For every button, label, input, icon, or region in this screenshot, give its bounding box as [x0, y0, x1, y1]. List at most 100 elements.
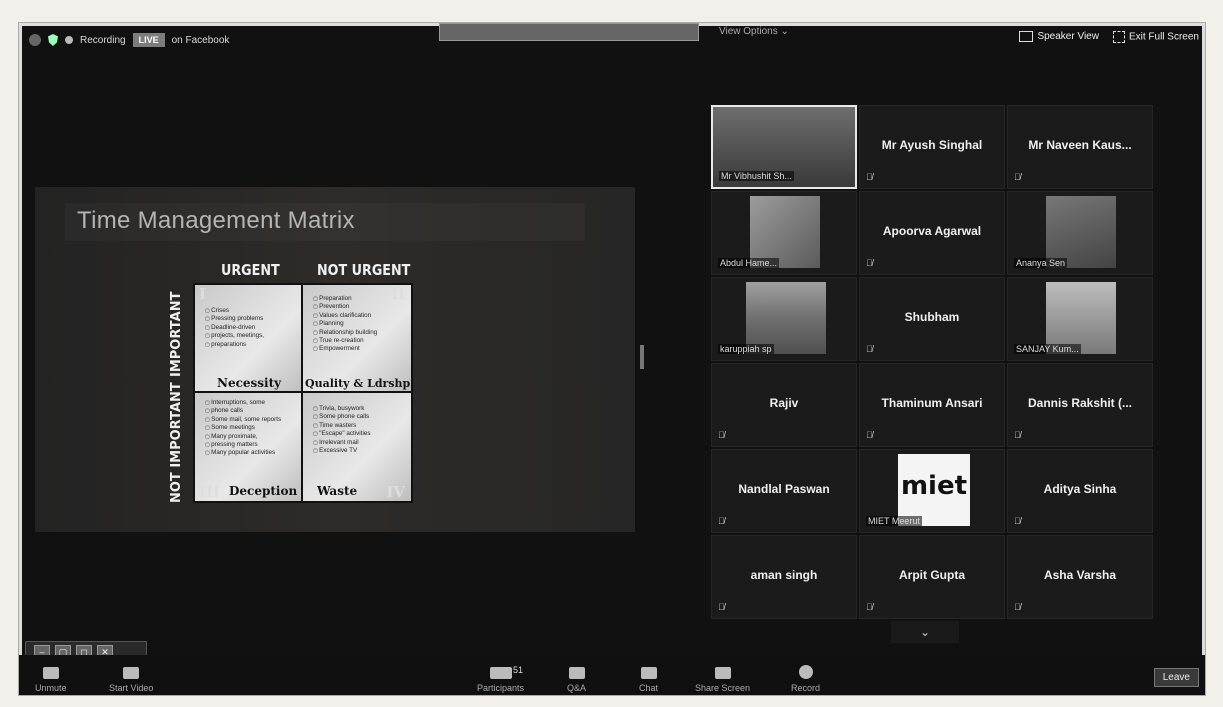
list-item: Values clarification	[313, 312, 411, 320]
participant-tile[interactable]: Rajiv 🎙̸	[711, 363, 857, 447]
muted-mic-icon: 🎙̸	[1014, 516, 1021, 526]
list-item: Time wasters	[313, 422, 411, 430]
list-item: Many popular activities	[205, 449, 303, 457]
muted-mic-icon: 🎙̸	[866, 344, 873, 354]
quadrant-1-number: I	[199, 285, 207, 303]
share-screen-label: Share Screen	[695, 683, 751, 693]
participant-tile[interactable]: Mr Ayush Singhal 🎙̸	[859, 105, 1005, 189]
participants-icon	[489, 667, 512, 679]
list-item: Irrelevant mail	[313, 439, 411, 447]
list-item: pressing matters	[205, 441, 303, 449]
participants-button[interactable]: 51 Participants	[477, 665, 524, 693]
unmute-button[interactable]: Unmute	[35, 667, 67, 693]
quadrant-3-number: III	[199, 483, 221, 501]
split-resize-handle[interactable]	[640, 345, 644, 369]
list-item: True re-creation	[313, 337, 411, 345]
participant-tile[interactable]: Dannis Rakshit (... 🎙̸	[1007, 363, 1153, 447]
quadrant-2: II Preparation Prevention Values clarifi…	[301, 283, 413, 395]
qa-button[interactable]: Q&A	[567, 667, 586, 693]
record-button[interactable]: Record	[791, 665, 820, 693]
recording-label: Recording	[80, 34, 126, 46]
participant-name: Dannis Rakshit (...	[1027, 396, 1133, 410]
speaker-view-button[interactable]: Speaker View	[1019, 31, 1099, 43]
participant-tile[interactable]: Ananya Sen	[1007, 191, 1153, 275]
chat-button[interactable]: Chat	[639, 667, 658, 693]
slide-title: Time Management Matrix	[77, 207, 355, 234]
info-icon[interactable]	[29, 34, 41, 46]
leave-button[interactable]: Leave	[1153, 668, 1199, 687]
speaker-view-label: Speaker View	[1037, 31, 1099, 43]
row-header-not-important: NOT IMPORTANT	[169, 382, 184, 503]
participant-tile[interactable]: Asha Varsha 🎙̸	[1007, 535, 1153, 619]
participant-tile[interactable]: Apoorva Agarwal 🎙̸	[859, 191, 1005, 275]
quadrant-4-label: Waste	[317, 484, 358, 498]
qa-icon	[568, 667, 585, 679]
exit-fullscreen-icon	[1112, 31, 1125, 43]
participant-name: Aditya Sinha	[1043, 482, 1117, 496]
microphone-icon	[42, 667, 59, 679]
participants-count: 51	[513, 665, 524, 675]
participant-tile[interactable]: SANJAY Kum...	[1007, 277, 1153, 361]
participant-name: Mr Vibhushit Sh...	[719, 171, 794, 181]
list-item: Pressing problems	[205, 315, 303, 323]
shared-screen-slide: Time Management Matrix URGENT NOT URGENT…	[35, 187, 635, 532]
participant-tile[interactable]: miet MIET Meerut	[859, 449, 1005, 533]
quadrant-3: Interruptions, some phone calls Some mai…	[193, 391, 305, 503]
participant-tile[interactable]: Shubham 🎙̸	[859, 277, 1005, 361]
muted-mic-icon: 🎙̸	[1014, 430, 1021, 440]
list-item: Some meetings	[205, 424, 303, 432]
quadrant-1: I Crises Pressing problems Deadline-driv…	[193, 283, 305, 395]
participant-tile[interactable]: Mr Naveen Kaus... 🎙̸	[1007, 105, 1153, 189]
participant-tile[interactable]: Nandlal Paswan 🎙̸	[711, 449, 857, 533]
quadrant-1-label: Necessity	[217, 376, 282, 390]
muted-mic-icon: 🎙̸	[1014, 172, 1021, 182]
exit-full-screen-button[interactable]: Exit Full Screen	[1112, 31, 1199, 43]
muted-mic-icon: 🎙̸	[866, 430, 873, 440]
column-header-urgent: URGENT	[221, 261, 280, 279]
list-item: Deadline-driven	[205, 324, 303, 332]
zoom-window: Recording LIVE on Facebook View Options …	[18, 22, 1206, 696]
video-camera-icon	[123, 667, 140, 679]
muted-mic-icon: 🎙̸	[718, 430, 725, 440]
participant-tile[interactable]: aman singh 🎙̸	[711, 535, 857, 619]
gallery-next-page-chevron-icon[interactable]: ⌄	[891, 621, 959, 643]
unmute-label: Unmute	[35, 683, 67, 693]
grid-view-icon	[1019, 31, 1034, 43]
participant-name: Apoorva Agarwal	[882, 224, 982, 238]
view-options-dropdown[interactable]: View Options ⌄	[719, 26, 789, 37]
chat-icon	[640, 667, 657, 679]
participant-tile[interactable]: Aditya Sinha 🎙̸	[1007, 449, 1153, 533]
share-screen-button[interactable]: Share Screen	[695, 667, 750, 693]
participant-name: Mr Ayush Singhal	[881, 138, 983, 152]
meeting-controls-bar: Unmute Start Video 51 Participants Q&A C…	[19, 655, 1205, 695]
participant-name: MIET Meerut	[866, 516, 922, 526]
quadrant-4: Trivia, busywork Some phone calls Time w…	[301, 391, 413, 503]
participant-name: Arpit Gupta	[899, 568, 965, 582]
participant-tile[interactable]: karuppiah sp	[711, 277, 857, 361]
list-item: preparations	[205, 341, 303, 349]
participant-name: Ananya Sen	[1014, 258, 1068, 268]
security-shield-icon[interactable]	[48, 34, 58, 46]
quadrant-2-label: Quality & Ldrshp	[305, 377, 411, 390]
participant-name: Mr Naveen Kaus...	[1028, 138, 1132, 152]
participant-name: karuppiah sp	[718, 344, 774, 354]
exit-full-screen-label: Exit Full Screen	[1128, 31, 1199, 43]
list-item: projects, meetings,	[205, 332, 303, 340]
muted-mic-icon: 🎙̸	[718, 516, 725, 526]
quadrant-2-number: II	[390, 285, 405, 303]
list-item: Interruptions, some	[205, 399, 303, 407]
list-item: Planning	[313, 320, 411, 328]
participant-tile[interactable]: Thaminum Ansari 🎙̸	[859, 363, 1005, 447]
participant-name: Nandlal Paswan	[738, 482, 830, 496]
participant-tile[interactable]: Abdul Hame...	[711, 191, 857, 275]
live-badge: LIVE	[132, 33, 165, 47]
muted-mic-icon: 🎙̸	[866, 602, 873, 612]
column-header-not-urgent: NOT URGENT	[317, 261, 411, 279]
list-item: Relationship building	[313, 329, 411, 337]
chat-label: Chat	[639, 683, 659, 693]
start-video-button[interactable]: Start Video	[109, 667, 153, 693]
record-label: Record	[791, 683, 821, 693]
participant-tile[interactable]: Mr Vibhushit Sh...	[711, 105, 857, 189]
muted-mic-icon: 🎙̸	[1014, 602, 1021, 612]
participant-tile[interactable]: Arpit Gupta 🎙̸	[859, 535, 1005, 619]
